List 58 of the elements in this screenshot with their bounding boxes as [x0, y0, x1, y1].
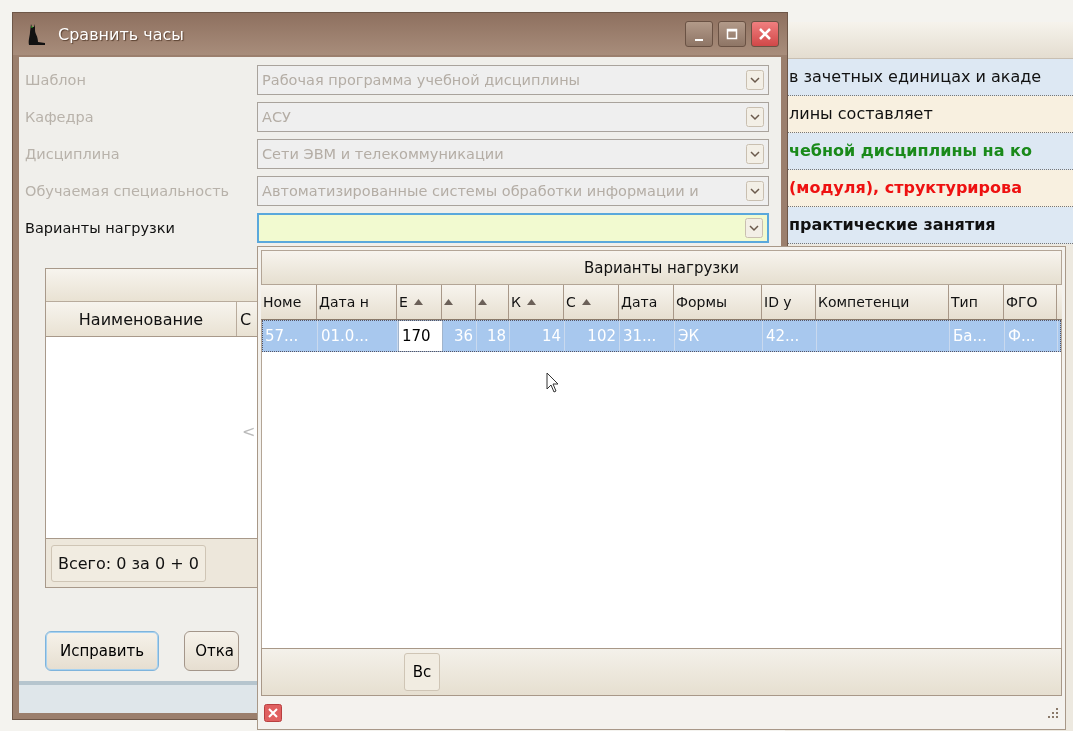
column-header[interactable]: Формы [674, 285, 762, 319]
column-header[interactable]: Е [397, 285, 442, 319]
dropdown-field[interactable] [257, 212, 769, 243]
table-row[interactable]: 57... 01.0... 170 36 18 14 102 31... ЭК 42... Ба... Ф... [262, 320, 1061, 352]
close-icon [758, 27, 772, 41]
field-label: Варианты нагрузки [25, 219, 176, 236]
column-header[interactable]: С [564, 285, 619, 319]
table-cell: 57... [262, 320, 318, 352]
resize-grip-icon[interactable] [1047, 706, 1059, 719]
table-title: Варианты нагрузки [261, 250, 1062, 285]
total-label: Всего: 0 за 0 + 0 [51, 544, 206, 582]
minimize-icon [695, 39, 703, 41]
fix-button[interactable]: Исправить [45, 631, 160, 671]
column-header[interactable]: Дата н [317, 285, 397, 319]
field-label: Шаблон [25, 71, 87, 88]
caret-icon [746, 69, 764, 90]
table-cell: 170 [398, 320, 443, 352]
table-cell: 42... [763, 320, 817, 352]
column-header[interactable]: ФГО [1004, 285, 1057, 319]
table-cell: 102 [565, 320, 620, 352]
document-text: практические занятия [785, 207, 1073, 244]
column-header[interactable]: Тип [949, 285, 1004, 319]
minimize-button[interactable] [685, 21, 713, 47]
caret-icon [746, 180, 764, 201]
table-cell: Ба... [950, 320, 1005, 352]
close-icon[interactable] [264, 703, 282, 722]
table-cell: 31... [620, 320, 675, 352]
table-cell: 36 [443, 320, 477, 352]
maximize-button[interactable] [718, 21, 746, 47]
field-label: Кафедра [25, 108, 95, 125]
scroll-mark: < [242, 422, 256, 441]
document-text: лины составляет [785, 96, 1073, 133]
column-header[interactable]: Наименование [46, 302, 237, 336]
field-label: Дисциплина [25, 145, 121, 162]
caret-icon [745, 217, 763, 238]
table-cell: Ф... [1005, 320, 1058, 352]
column-header[interactable]: К [509, 285, 564, 319]
column-header[interactable]: Номе [261, 285, 317, 319]
column-header[interactable]: Компетенци [816, 285, 949, 319]
field-label: Обучаемая специальность [25, 182, 231, 199]
document-text: в зачетных единицах и акаде [785, 59, 1073, 96]
table-cell: 18 [477, 320, 510, 352]
close-button[interactable] [751, 21, 779, 47]
caret-icon [746, 106, 764, 127]
column-header[interactable]: ID у [762, 285, 816, 319]
table-cell: 14 [510, 320, 565, 352]
column-header[interactable] [476, 285, 509, 319]
column-header[interactable]: Дата [619, 285, 674, 319]
table-cell: ЭК [675, 320, 763, 352]
caret-icon [746, 143, 764, 164]
column-header[interactable] [442, 285, 476, 319]
document-text: (модуля), структурирова [785, 170, 1073, 207]
all-button[interactable]: Вс [404, 653, 440, 691]
cancel-button[interactable]: Отка [184, 631, 239, 671]
window-title: Сравнить часы [58, 24, 184, 44]
maximize-icon [726, 28, 738, 40]
mouse-pointer-icon [546, 372, 560, 394]
document-text: чебной дисциплины на ко [785, 133, 1073, 170]
